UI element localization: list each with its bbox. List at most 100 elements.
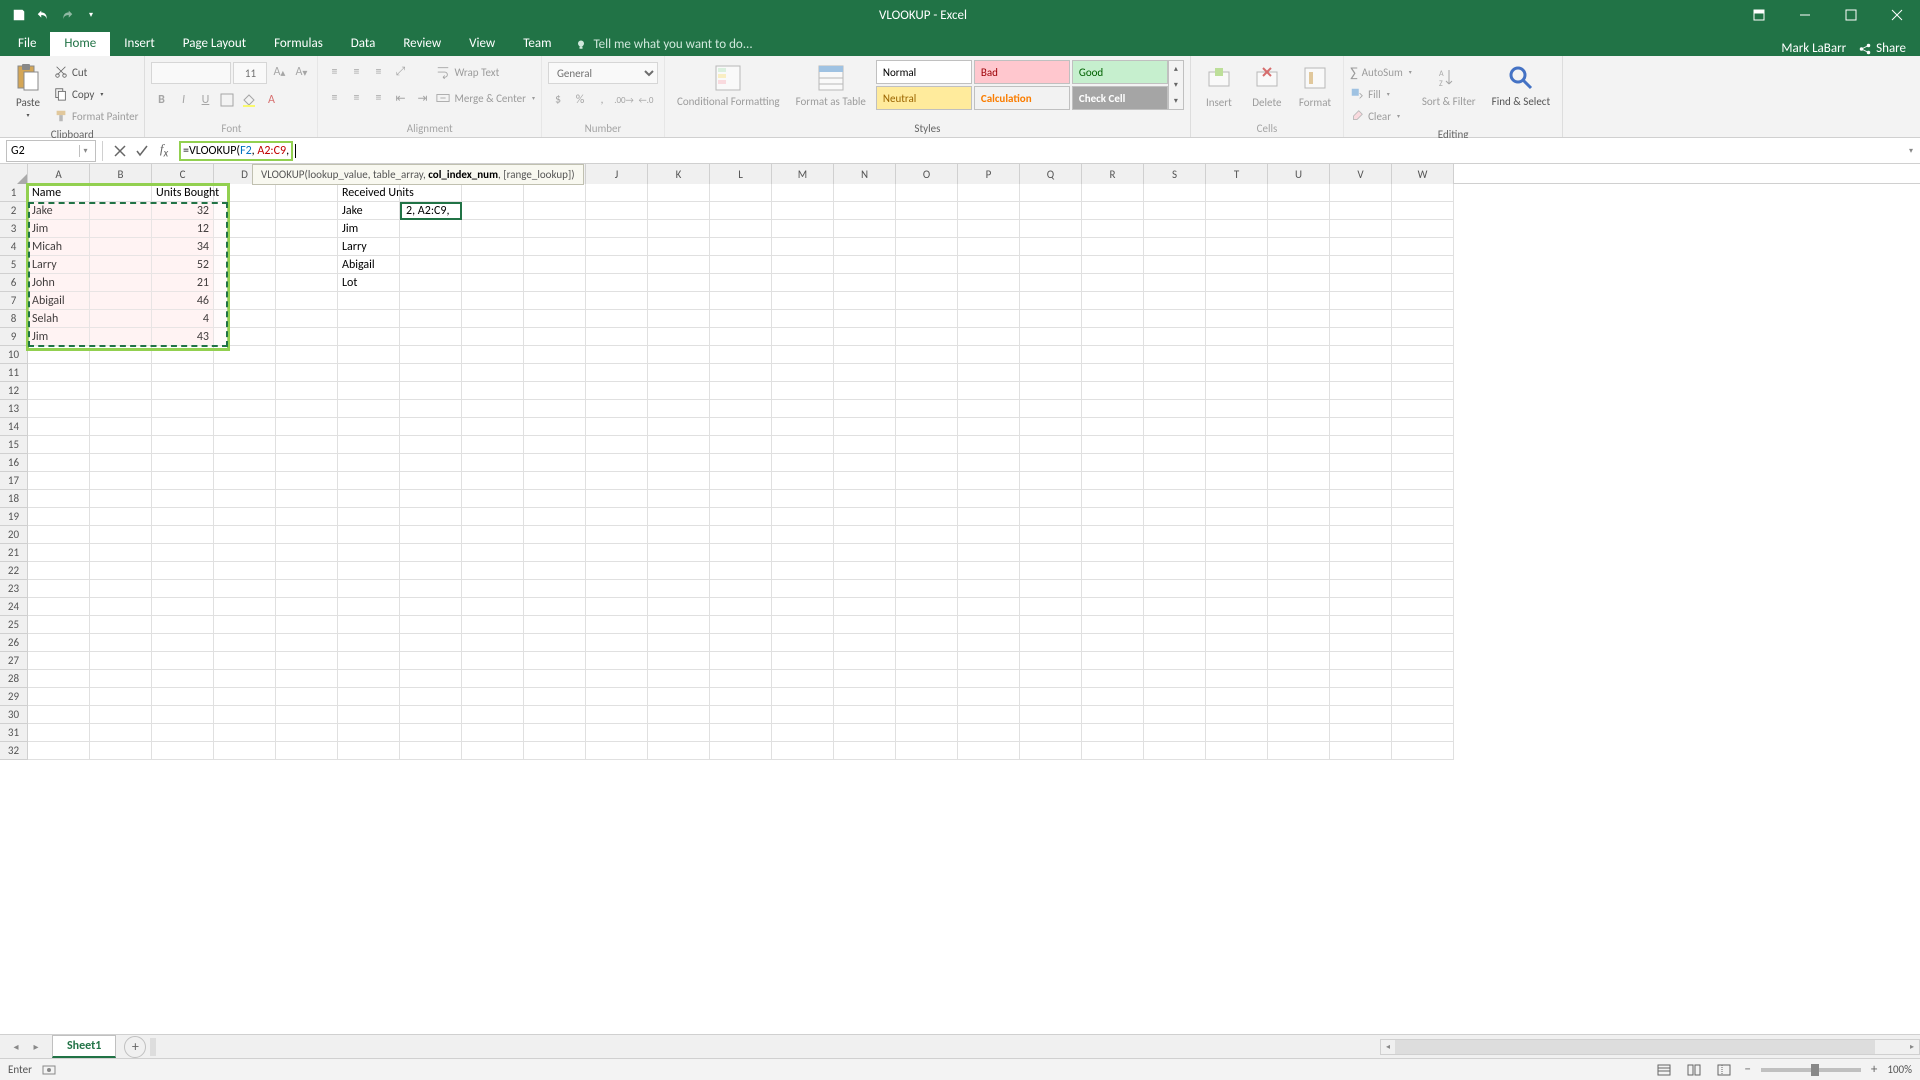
enter-formula-button[interactable] — [131, 140, 153, 162]
cell[interactable] — [834, 274, 896, 292]
cell[interactable] — [710, 562, 772, 580]
cell[interactable] — [896, 634, 958, 652]
cell[interactable] — [1392, 508, 1454, 526]
sheet-nav-first-icon[interactable]: ◂ — [8, 1039, 24, 1055]
cell[interactable] — [524, 634, 586, 652]
cell[interactable] — [400, 562, 462, 580]
cell[interactable] — [1268, 436, 1330, 454]
horizontal-scrollbar[interactable]: ◂ ▸ — [1380, 1039, 1920, 1055]
cell[interactable] — [152, 742, 214, 760]
cell[interactable] — [276, 670, 338, 688]
cell[interactable] — [896, 544, 958, 562]
align-bottom-button[interactable]: ≡ — [368, 62, 388, 82]
cell[interactable] — [338, 382, 400, 400]
cell[interactable] — [214, 418, 276, 436]
cell[interactable] — [1268, 508, 1330, 526]
cell[interactable]: John — [28, 274, 90, 292]
cell[interactable] — [152, 382, 214, 400]
cell[interactable] — [834, 580, 896, 598]
cell[interactable] — [772, 634, 834, 652]
cell[interactable] — [772, 508, 834, 526]
cell[interactable] — [648, 256, 710, 274]
cell[interactable] — [524, 256, 586, 274]
cell[interactable] — [772, 346, 834, 364]
style-calculation[interactable]: Calculation — [974, 86, 1070, 110]
cell[interactable] — [1330, 472, 1392, 490]
cell[interactable] — [524, 688, 586, 706]
cell[interactable] — [90, 526, 152, 544]
cell[interactable] — [28, 652, 90, 670]
cell[interactable] — [276, 706, 338, 724]
cell[interactable] — [1020, 400, 1082, 418]
cell[interactable]: 12 — [152, 220, 214, 238]
cell[interactable] — [586, 346, 648, 364]
cell[interactable] — [1268, 472, 1330, 490]
cell[interactable] — [710, 598, 772, 616]
cell[interactable] — [710, 670, 772, 688]
cell[interactable] — [1144, 364, 1206, 382]
cell[interactable] — [586, 508, 648, 526]
cell[interactable] — [338, 544, 400, 562]
cell[interactable] — [586, 580, 648, 598]
cell[interactable] — [276, 580, 338, 598]
cell[interactable] — [896, 292, 958, 310]
cell[interactable] — [462, 382, 524, 400]
cell[interactable] — [586, 256, 648, 274]
clear-button[interactable]: Clear▾ — [1350, 106, 1412, 126]
cell[interactable] — [524, 274, 586, 292]
cell[interactable] — [1206, 616, 1268, 634]
cell[interactable] — [772, 544, 834, 562]
cell[interactable] — [1206, 706, 1268, 724]
cell[interactable] — [28, 364, 90, 382]
cell-styles-gallery[interactable]: Normal Bad Good Neutral Calculation Chec… — [876, 60, 1168, 110]
cell[interactable] — [834, 526, 896, 544]
row-header[interactable]: 15 — [0, 436, 28, 454]
cell[interactable] — [214, 670, 276, 688]
cell[interactable] — [28, 598, 90, 616]
cell[interactable] — [586, 670, 648, 688]
cell[interactable] — [1082, 436, 1144, 454]
cell[interactable] — [648, 346, 710, 364]
tab-formulas[interactable]: Formulas — [260, 32, 337, 56]
cell[interactable] — [28, 742, 90, 760]
cell[interactable] — [90, 292, 152, 310]
cell[interactable] — [586, 742, 648, 760]
cell[interactable] — [338, 616, 400, 634]
cell[interactable] — [1330, 724, 1392, 742]
cell[interactable] — [1082, 526, 1144, 544]
cell[interactable] — [152, 562, 214, 580]
cell[interactable] — [152, 634, 214, 652]
cell[interactable] — [1268, 634, 1330, 652]
gallery-scroll[interactable]: ▴ ▾ ▾ — [1168, 60, 1184, 110]
row-header[interactable]: 17 — [0, 472, 28, 490]
cell[interactable] — [1144, 742, 1206, 760]
cell[interactable] — [958, 436, 1020, 454]
cell[interactable] — [896, 580, 958, 598]
cell[interactable] — [772, 490, 834, 508]
paste-button[interactable]: Paste ▾ — [6, 60, 50, 121]
cell[interactable] — [152, 724, 214, 742]
cell[interactable] — [586, 400, 648, 418]
cell[interactable] — [1206, 400, 1268, 418]
cell[interactable] — [462, 436, 524, 454]
cell[interactable] — [400, 220, 462, 238]
cell[interactable] — [958, 472, 1020, 490]
minimize-icon[interactable] — [1782, 0, 1828, 30]
cell[interactable] — [1330, 670, 1392, 688]
cell[interactable] — [1206, 454, 1268, 472]
cell[interactable] — [958, 220, 1020, 238]
cell[interactable] — [1330, 274, 1392, 292]
cell[interactable] — [524, 418, 586, 436]
cell[interactable] — [958, 598, 1020, 616]
cell[interactable] — [958, 310, 1020, 328]
cell[interactable] — [896, 382, 958, 400]
cell[interactable] — [1330, 364, 1392, 382]
style-normal[interactable]: Normal — [876, 60, 972, 84]
cell[interactable] — [772, 418, 834, 436]
cell[interactable] — [1082, 742, 1144, 760]
align-top-button[interactable]: ≡ — [324, 62, 344, 82]
cell[interactable] — [1020, 490, 1082, 508]
cell[interactable]: Jim — [338, 220, 400, 238]
ribbon-display-icon[interactable] — [1736, 0, 1782, 30]
wrap-text-button[interactable]: Wrap Text — [436, 62, 535, 82]
